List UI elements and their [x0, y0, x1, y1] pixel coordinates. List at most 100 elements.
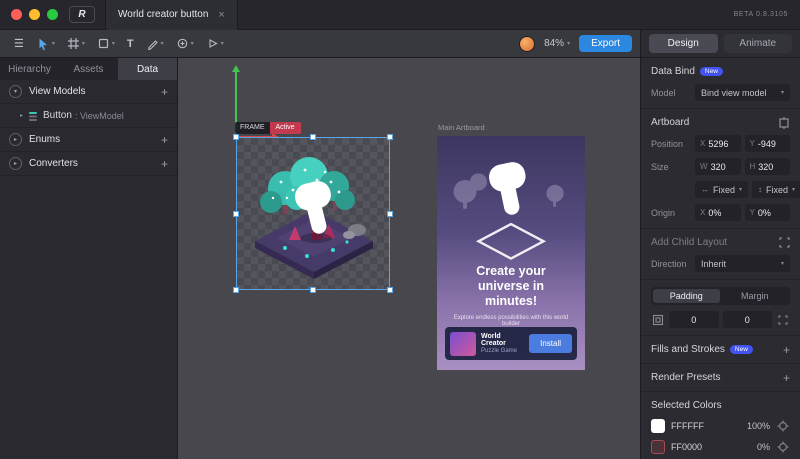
- bind-view-model-dropdown[interactable]: Bind view model ▾: [695, 84, 790, 101]
- game-title: World Creator: [481, 333, 506, 348]
- close-tab-icon[interactable]: ×: [218, 9, 224, 21]
- height-mode-dropdown[interactable]: ↕ Fixed ▾: [752, 181, 800, 198]
- color-hex[interactable]: FFFFFF: [671, 421, 741, 431]
- promo-subtext[interactable]: Explore endless possibilities with this …: [437, 315, 585, 327]
- viewmodel-icon: [28, 111, 38, 121]
- document-tab[interactable]: World creator button ×: [105, 0, 238, 30]
- color-swatch[interactable]: [651, 440, 665, 454]
- document-title: World creator button: [118, 9, 209, 20]
- padding-tab[interactable]: Padding: [653, 289, 720, 303]
- chevron-down-icon[interactable]: ▾: [161, 40, 164, 47]
- resize-handle[interactable]: [387, 134, 393, 140]
- color-hex[interactable]: FF0000: [671, 442, 751, 452]
- fullscreen-window-button[interactable]: [47, 9, 58, 20]
- add-fill-button[interactable]: +: [783, 344, 790, 356]
- shape-tool[interactable]: ▾: [93, 34, 119, 53]
- add-enum-button[interactable]: +: [161, 134, 168, 146]
- dropdown-value: Bind view model: [701, 87, 767, 98]
- menu-button[interactable]: ☰: [10, 34, 28, 53]
- app-window: R World creator button × BETA 0.8.3105 ☰…: [0, 0, 800, 459]
- render-presets-section: Render Presets +: [641, 364, 800, 392]
- left-sidebar: Hierarchy Assets Data ▾ View Models + ▸ …: [0, 58, 178, 459]
- tab-hierarchy[interactable]: Hierarchy: [0, 58, 59, 80]
- install-button[interactable]: Install: [529, 334, 572, 354]
- chevron-down-icon[interactable]: ▾: [221, 40, 224, 47]
- position-y-field[interactable]: Y -949: [744, 135, 790, 152]
- chevron-down-icon[interactable]: ▾: [191, 40, 194, 47]
- install-banner[interactable]: World Creator Puzzle Game Install: [445, 327, 577, 360]
- origin-x-field[interactable]: X 0%: [695, 204, 741, 221]
- promo-illustration: [453, 162, 564, 260]
- animate-mode-button[interactable]: Animate: [723, 34, 792, 53]
- chevron-down-icon: ▾: [792, 187, 796, 193]
- tree-item-view-models[interactable]: ▾ View Models +: [0, 80, 177, 104]
- artboard-icon[interactable]: [778, 116, 790, 129]
- chevron-down-icon[interactable]: ▾: [82, 40, 85, 47]
- rive-logo[interactable]: R: [69, 6, 95, 23]
- padding-sides-icon[interactable]: [776, 314, 790, 326]
- tab-assets[interactable]: Assets: [59, 58, 118, 80]
- direction-dropdown[interactable]: Inherit ▾: [695, 255, 790, 272]
- add-view-model-button[interactable]: +: [161, 86, 168, 98]
- origin-y-field[interactable]: Y 0%: [744, 204, 790, 221]
- canvas[interactable]: FRAME Active Main Artboard Create your u…: [178, 58, 640, 459]
- color-picker-icon[interactable]: [776, 441, 790, 453]
- chevron-down-icon: ▾: [567, 41, 571, 47]
- padding-h-field[interactable]: 0: [669, 311, 719, 328]
- expander-icon[interactable]: ▸: [9, 157, 22, 170]
- text-tool[interactable]: T: [123, 35, 138, 53]
- field-value: 0: [691, 314, 697, 325]
- padding-margin-switch: Padding Margin: [651, 287, 790, 305]
- expander-icon[interactable]: ▾: [9, 85, 22, 98]
- add-render-preset-button[interactable]: +: [783, 372, 790, 384]
- fills-strokes-section: Fills and Strokes New +: [641, 336, 800, 364]
- user-avatar[interactable]: [519, 35, 536, 52]
- play-tool[interactable]: ▾: [202, 34, 228, 53]
- frame-badge[interactable]: FRAME Active: [235, 122, 301, 134]
- resize-handle[interactable]: [233, 287, 239, 293]
- pen-tool[interactable]: ▾: [142, 34, 168, 53]
- zoom-control[interactable]: 84% ▾: [544, 38, 570, 49]
- resize-handle[interactable]: [387, 287, 393, 293]
- main-artboard-label[interactable]: Main Artboard: [438, 123, 485, 132]
- chevron-down-icon[interactable]: ▾: [52, 40, 55, 47]
- field-value: 320: [710, 161, 726, 172]
- artboard-active[interactable]: [233, 134, 393, 293]
- resize-handle[interactable]: [233, 134, 239, 140]
- expander-icon[interactable]: ▸: [9, 133, 22, 146]
- expand-layout-icon[interactable]: [779, 237, 790, 248]
- color-picker-icon[interactable]: [776, 420, 790, 432]
- design-mode-button[interactable]: Design: [649, 34, 718, 53]
- tree-item-converters[interactable]: ▸ Converters +: [0, 152, 177, 176]
- resize-handle[interactable]: [233, 210, 239, 217]
- field-key: W: [700, 162, 708, 171]
- promo-headline[interactable]: Create your universe in minutes!: [437, 264, 585, 309]
- export-button[interactable]: Export: [579, 35, 632, 52]
- tree-item-enums[interactable]: ▸ Enums +: [0, 128, 177, 152]
- padding-v-field[interactable]: 0: [722, 311, 772, 328]
- color-opacity[interactable]: 100%: [747, 421, 770, 431]
- constraint-tool[interactable]: ▾: [172, 34, 198, 53]
- color-swatch[interactable]: [651, 419, 665, 433]
- color-opacity[interactable]: 0%: [757, 442, 770, 452]
- toolbar-right: 84% ▾ Export: [519, 30, 640, 57]
- resize-handle[interactable]: [310, 287, 316, 293]
- height-field[interactable]: H 320: [744, 158, 790, 175]
- chevron-right-icon[interactable]: ▸: [20, 112, 23, 119]
- tree-item-button-viewmodel[interactable]: ▸ Button : ViewModel: [0, 104, 177, 128]
- close-window-button[interactable]: [11, 9, 22, 20]
- resize-handle[interactable]: [387, 210, 393, 217]
- width-field[interactable]: W 320: [695, 158, 741, 175]
- resize-handle[interactable]: [310, 134, 316, 140]
- artboard-main[interactable]: Create your universe in minutes! Explore…: [437, 136, 585, 370]
- position-x-field[interactable]: X 5296: [695, 135, 741, 152]
- add-converter-button[interactable]: +: [161, 158, 168, 170]
- margin-tab[interactable]: Margin: [722, 289, 789, 303]
- chevron-down-icon[interactable]: ▾: [112, 40, 115, 47]
- artboard-tool[interactable]: ▾: [63, 34, 89, 53]
- tab-data[interactable]: Data: [118, 58, 177, 80]
- select-tool[interactable]: ▾: [32, 34, 59, 54]
- width-mode-dropdown[interactable]: ↔ Fixed ▾: [695, 181, 749, 198]
- frame-state-badge: Active: [269, 122, 301, 134]
- minimize-window-button[interactable]: [29, 9, 40, 20]
